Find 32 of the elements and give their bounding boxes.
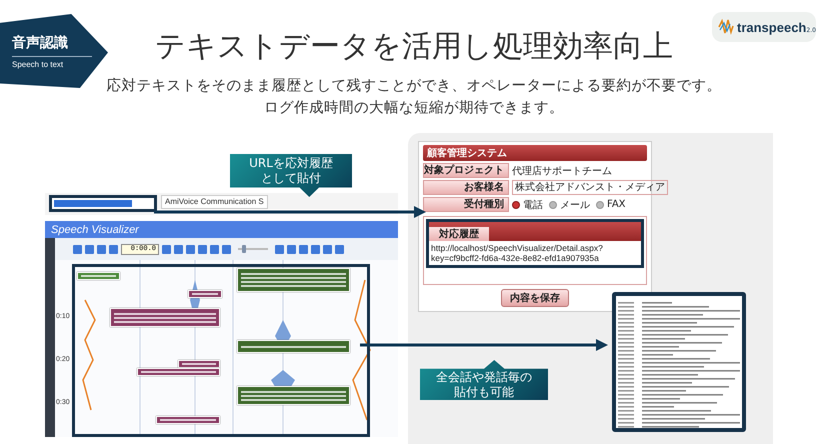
- callout-text: URLを応対履歴: [249, 156, 333, 171]
- radio-button[interactable]: [512, 200, 520, 208]
- banner-subtitle: Speech to text: [12, 60, 64, 68]
- field-label: 対象プロジェクト: [423, 163, 509, 178]
- speech-bubble: [77, 272, 120, 280]
- speech-bubble: [156, 416, 220, 424]
- address-bar[interactable]: [49, 195, 157, 212]
- customer-name-field[interactable]: 株式会社アドバンスト・メディア: [512, 180, 668, 195]
- slider-thumb[interactable]: [242, 245, 246, 253]
- save-button[interactable]: 内容を保存: [501, 289, 569, 307]
- app-name: Speech Visualizer: [51, 224, 139, 236]
- field-label: お客様名: [423, 180, 509, 195]
- callout-text: 貼付も可能: [454, 384, 514, 400]
- waveform-logo-icon: [718, 18, 734, 36]
- speech-bubble: [188, 290, 222, 298]
- slide-title: テキストデータを活用し処理効率向上: [154, 28, 674, 66]
- description-line: 応対テキストをそのまま履歴として残すことができ、オペレーターによる要約が不要です。: [106, 76, 722, 95]
- window-title: 顧客管理システム: [423, 145, 647, 161]
- radio-label: 電話: [523, 198, 543, 212]
- description-line: ログ作成時間の大幅な短縮が期待できます。: [264, 99, 564, 117]
- banner-title: 音声認識: [12, 34, 69, 52]
- radio-button[interactable]: [549, 200, 557, 208]
- radio-label: FAX: [607, 199, 626, 210]
- callout-text: として貼付: [261, 171, 321, 186]
- radio-button[interactable]: [596, 200, 604, 208]
- radio-label: メール: [560, 198, 590, 212]
- field-label: 受付種別: [423, 197, 509, 212]
- browser-tab[interactable]: AmiVoice Communication S: [161, 195, 268, 209]
- logo-text: transpeech: [737, 20, 806, 34]
- callout-text: 全会話や発話毎の: [436, 370, 532, 384]
- history-label: 対応履歴: [429, 227, 489, 241]
- field-value: 代理店サポートチーム: [512, 164, 613, 178]
